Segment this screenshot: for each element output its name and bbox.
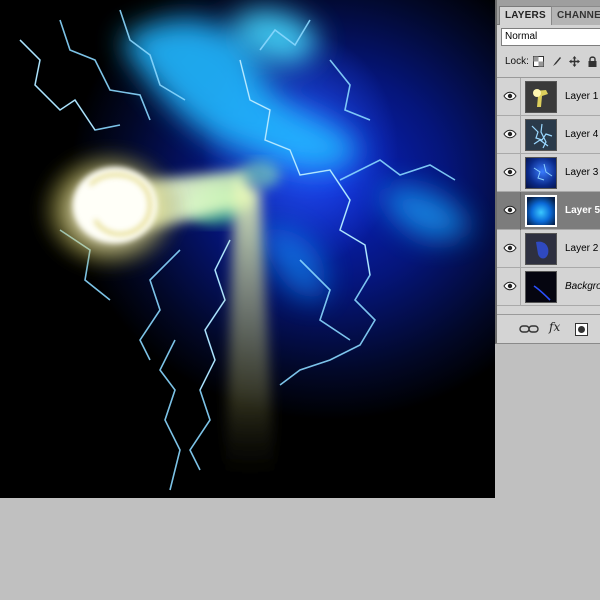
layer-name: Layer 1 [565, 91, 599, 102]
eye-icon[interactable] [503, 129, 517, 139]
layer-thumbnail [525, 119, 557, 151]
lock-all-icon[interactable] [587, 56, 598, 67]
layer-thumbnail [525, 271, 557, 303]
eye-icon[interactable] [503, 167, 517, 177]
layer-thumbnail [525, 157, 557, 189]
layer-name: Layer 3 [565, 167, 599, 178]
eye-icon[interactable] [503, 205, 517, 215]
fx-icon[interactable]: fx [549, 320, 560, 334]
layer-thumbnail [525, 81, 557, 113]
layer-row-layer-5[interactable]: Layer 5 [497, 192, 600, 230]
layers-panel: LAYERS CHANNE Normal Lock: Layer 1 Layer… [495, 0, 600, 344]
artwork [19, 9, 470, 491]
light-orb [35, 145, 185, 275]
document-canvas[interactable] [0, 0, 495, 498]
mask-icon[interactable] [575, 323, 588, 336]
tab-channels[interactable]: CHANNE [551, 6, 600, 25]
lock-row: Lock: [501, 54, 600, 70]
blend-mode-select[interactable]: Normal [501, 28, 600, 46]
layer-thumbnail [525, 233, 557, 265]
lock-image-pixels-icon[interactable] [551, 56, 562, 67]
layer-row-layer-2[interactable]: Layer 2 [497, 230, 600, 268]
layer-row-layer-3[interactable]: Layer 3 [497, 154, 600, 192]
layers-list: Layer 1 Layer 4 Layer 3 Layer 5 Layer 2 … [497, 77, 600, 309]
eye-icon[interactable] [503, 91, 517, 101]
layer-thumbnail [525, 195, 557, 227]
panel-footer: fx [497, 314, 600, 343]
tab-layers[interactable]: LAYERS [499, 6, 552, 25]
lock-label: Lock: [505, 56, 529, 67]
layer-name: Backgro [565, 281, 600, 292]
layer-row-layer-4[interactable]: Layer 4 [497, 116, 600, 154]
layer-name: Layer 2 [565, 243, 599, 254]
layer-name: Layer 4 [565, 129, 599, 140]
lock-transparent-pixels-icon[interactable] [533, 56, 544, 67]
panel-tab-bar: LAYERS CHANNE [497, 0, 600, 25]
layer-row-layer-1[interactable]: Layer 1 [497, 78, 600, 116]
link-icon[interactable] [519, 323, 539, 335]
lock-position-icon[interactable] [569, 56, 580, 67]
eye-icon[interactable] [503, 243, 517, 253]
layer-name: Layer 5 [565, 205, 600, 216]
layer-row-background[interactable]: Backgro [497, 268, 600, 306]
eye-icon[interactable] [503, 281, 517, 291]
